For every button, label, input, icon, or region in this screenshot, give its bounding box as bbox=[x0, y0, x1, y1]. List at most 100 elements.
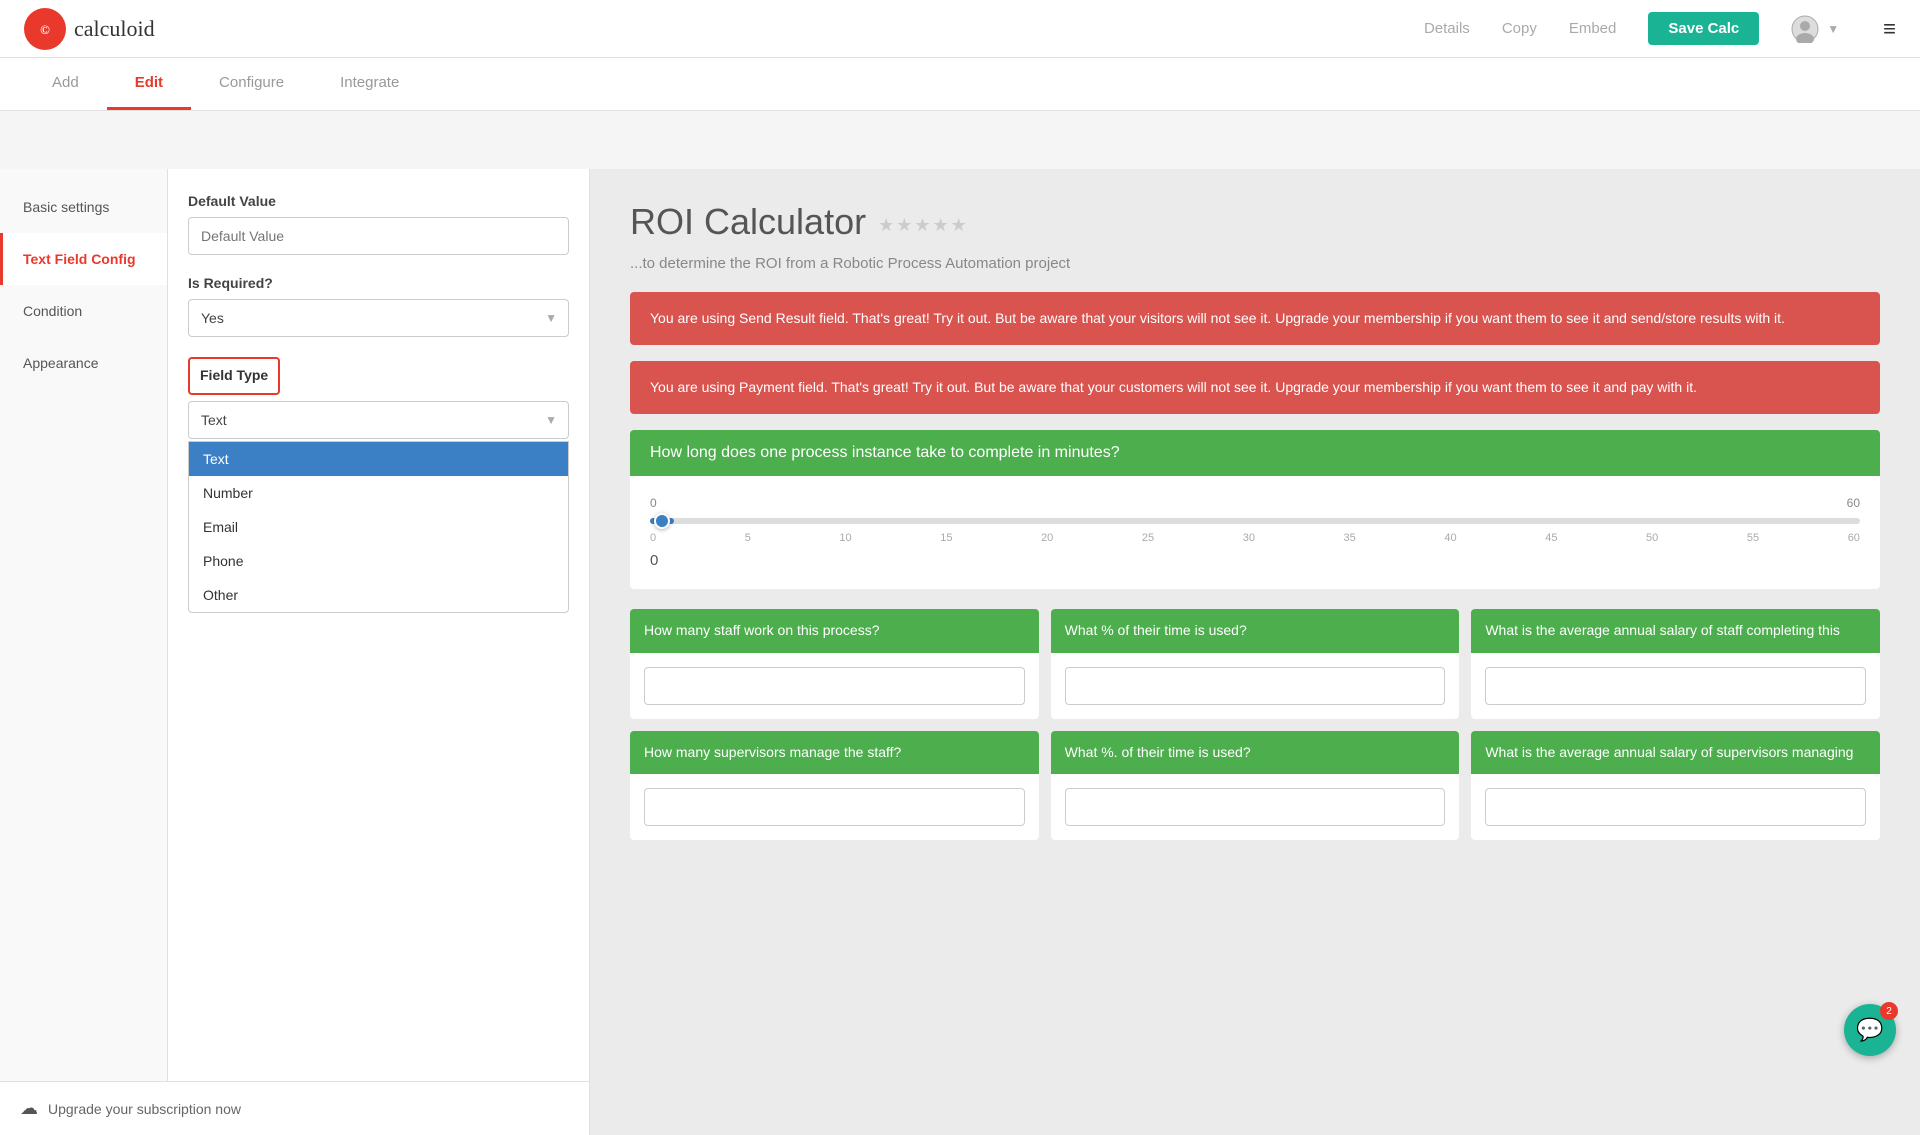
logo-text: calculoid bbox=[74, 16, 155, 42]
card-avg-salary-input[interactable] bbox=[1485, 667, 1866, 705]
user-icon bbox=[1791, 15, 1819, 43]
slider-minmax-labels: 0 60 bbox=[650, 496, 1860, 510]
option-phone[interactable]: Phone bbox=[189, 544, 568, 578]
card-supervisors-body bbox=[630, 774, 1039, 840]
sidebar-item-appearance[interactable]: Appearance bbox=[0, 337, 167, 389]
upgrade-bar[interactable]: ☁ Upgrade your subscription now bbox=[0, 1081, 589, 1135]
option-email[interactable]: Email bbox=[189, 510, 568, 544]
field-type-select-wrapper: Text Number Email Phone Other ▼ bbox=[188, 401, 569, 439]
field-type-select[interactable]: Text Number Email Phone Other bbox=[188, 401, 569, 439]
logo-icon: © bbox=[24, 8, 66, 50]
field-type-box: Field Type bbox=[188, 357, 280, 395]
alert-send-result-text: You are using Send Result field. That's … bbox=[650, 310, 1785, 326]
sidebar-nav: Basic settings Text Field Config Conditi… bbox=[0, 169, 168, 1081]
is-required-select-wrapper: Yes No ▼ bbox=[188, 299, 569, 337]
default-value-group: Default Value bbox=[188, 193, 569, 255]
svg-text:©: © bbox=[40, 22, 50, 37]
embed-link[interactable]: Embed bbox=[1569, 20, 1617, 37]
save-calc-button[interactable]: Save Calc bbox=[1648, 12, 1759, 45]
card-supervisor-time-input[interactable] bbox=[1065, 788, 1446, 826]
user-dropdown-arrow: ▼ bbox=[1827, 22, 1839, 36]
sidebar-item-text-field-config[interactable]: Text Field Config bbox=[0, 233, 167, 285]
slider-min-label: 0 bbox=[650, 496, 657, 510]
sub-nav: Add Edit Configure Integrate bbox=[0, 58, 1920, 111]
card-staff-count: How many staff work on this process? bbox=[630, 609, 1039, 719]
slider-value: 0 bbox=[650, 552, 1860, 569]
default-value-input[interactable] bbox=[188, 217, 569, 255]
slider-question: How long does one process instance take … bbox=[630, 430, 1880, 476]
alert-send-result: You are using Send Result field. That's … bbox=[630, 292, 1880, 345]
copy-link[interactable]: Copy bbox=[1502, 20, 1537, 37]
slider-tick-labels: 0 5 10 15 20 25 30 35 40 45 50 55 60 bbox=[650, 532, 1860, 544]
tab-integrate[interactable]: Integrate bbox=[312, 58, 427, 110]
card-staff-count-header: How many staff work on this process? bbox=[630, 609, 1039, 653]
slider-section: How long does one process instance take … bbox=[630, 430, 1880, 589]
details-link[interactable]: Details bbox=[1424, 20, 1470, 37]
star-5: ★ bbox=[951, 215, 967, 236]
right-panel: ROI Calculator ★ ★ ★ ★ ★ ...to determine… bbox=[590, 169, 1920, 1135]
card-supervisor-salary-header: What is the average annual salary of sup… bbox=[1471, 731, 1880, 775]
chat-badge: 2 bbox=[1880, 1002, 1898, 1020]
option-text[interactable]: Text bbox=[189, 442, 568, 476]
chat-bubble[interactable]: 💬 2 bbox=[1844, 1004, 1896, 1056]
card-avg-salary-header: What is the average annual salary of sta… bbox=[1471, 609, 1880, 653]
card-supervisor-salary-body bbox=[1471, 774, 1880, 840]
card-supervisor-salary-input[interactable] bbox=[1485, 788, 1866, 826]
sidebar-item-condition[interactable]: Condition bbox=[0, 285, 167, 337]
hamburger-menu[interactable]: ≡ bbox=[1883, 16, 1896, 42]
option-other[interactable]: Other bbox=[189, 578, 568, 612]
star-3: ★ bbox=[914, 215, 930, 236]
card-avg-salary: What is the average annual salary of sta… bbox=[1471, 609, 1880, 719]
preview-subtitle: ...to determine the ROI from a Robotic P… bbox=[630, 255, 1880, 272]
tab-configure[interactable]: Configure bbox=[191, 58, 312, 110]
default-value-label: Default Value bbox=[188, 193, 569, 209]
user-menu[interactable]: ▼ bbox=[1791, 15, 1839, 43]
card-time-percent-header: What % of their time is used? bbox=[1051, 609, 1460, 653]
slider-max-label: 60 bbox=[1847, 496, 1860, 510]
card-supervisors-input[interactable] bbox=[644, 788, 1025, 826]
alert-payment-text: You are using Payment field. That's grea… bbox=[650, 379, 1697, 395]
is-required-group: Is Required? Yes No ▼ bbox=[188, 275, 569, 337]
card-supervisors-header: How many supervisors manage the staff? bbox=[630, 731, 1039, 775]
left-split: Basic settings Text Field Config Conditi… bbox=[0, 169, 589, 1081]
card-staff-count-body bbox=[630, 653, 1039, 719]
sidebar-item-basic-settings[interactable]: Basic settings bbox=[0, 181, 167, 233]
chat-icon: 💬 bbox=[1856, 1017, 1883, 1043]
left-panel: Basic settings Text Field Config Conditi… bbox=[0, 169, 590, 1135]
nav-links: Details Copy Embed Save Calc ▼ ≡ bbox=[1424, 12, 1896, 45]
tab-edit[interactable]: Edit bbox=[107, 58, 191, 110]
top-nav: © calculoid Details Copy Embed Save Calc… bbox=[0, 0, 1920, 58]
slider-block: 0 60 0 5 10 15 20 25 30 35 40 45 bbox=[630, 476, 1880, 589]
star-rating: ★ ★ ★ ★ ★ bbox=[878, 215, 967, 236]
main-layout: Basic settings Text Field Config Conditi… bbox=[0, 169, 1920, 1135]
card-time-percent-input[interactable] bbox=[1065, 667, 1446, 705]
field-type-dropdown: Text Number Email Phone Other bbox=[188, 441, 569, 613]
upgrade-label: Upgrade your subscription now bbox=[48, 1101, 241, 1117]
card-staff-count-input[interactable] bbox=[644, 667, 1025, 705]
card-supervisor-time: What %. of their time is used? bbox=[1051, 731, 1460, 841]
card-supervisor-salary: What is the average annual salary of sup… bbox=[1471, 731, 1880, 841]
alert-payment: You are using Payment field. That's grea… bbox=[630, 361, 1880, 414]
tab-add[interactable]: Add bbox=[24, 58, 107, 110]
upgrade-icon: ☁ bbox=[20, 1098, 38, 1119]
card-avg-salary-body bbox=[1471, 653, 1880, 719]
field-type-group: Field Type Text Number Email Phone Other… bbox=[188, 357, 569, 613]
star-2: ★ bbox=[896, 215, 912, 236]
card-supervisor-time-header: What %. of their time is used? bbox=[1051, 731, 1460, 775]
cards-row-2: How many supervisors manage the staff? W… bbox=[630, 731, 1880, 841]
config-area: Default Value Is Required? Yes No ▼ bbox=[168, 169, 589, 1081]
option-number[interactable]: Number bbox=[189, 476, 568, 510]
cards-row-1: How many staff work on this process? Wha… bbox=[630, 609, 1880, 719]
card-time-percent: What % of their time is used? bbox=[1051, 609, 1460, 719]
card-supervisor-time-body bbox=[1051, 774, 1460, 840]
star-4: ★ bbox=[933, 215, 949, 236]
card-time-percent-body bbox=[1051, 653, 1460, 719]
card-supervisors: How many supervisors manage the staff? bbox=[630, 731, 1039, 841]
logo-area: © calculoid bbox=[24, 8, 155, 50]
star-1: ★ bbox=[878, 215, 894, 236]
is-required-select[interactable]: Yes No bbox=[188, 299, 569, 337]
slider-thumb[interactable] bbox=[654, 513, 670, 529]
preview-title: ROI Calculator bbox=[630, 201, 866, 243]
field-type-label: Field Type bbox=[200, 367, 268, 383]
is-required-label: Is Required? bbox=[188, 275, 569, 291]
